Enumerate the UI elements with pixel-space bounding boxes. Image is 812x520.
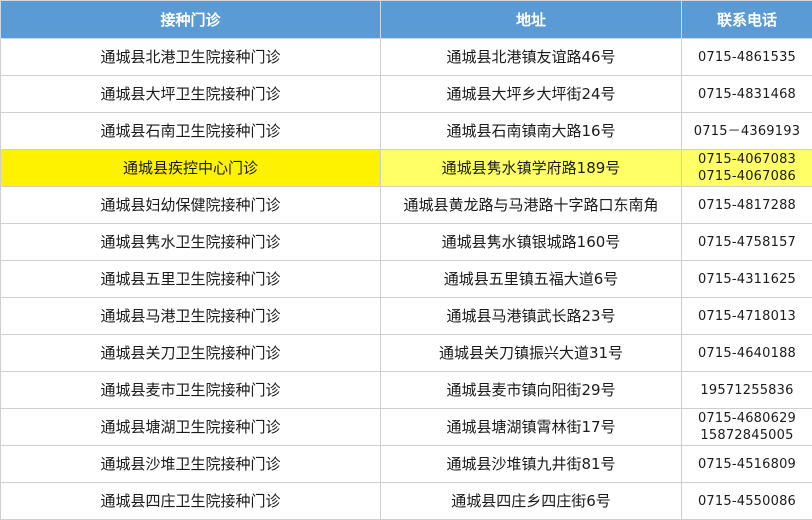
table-row: 通城县四庄卫生院接种门诊通城县四庄乡四庄街6号0715-4550086 [1,483,812,520]
clinic-name-cell: 通城县沙堆卫生院接种门诊 [1,446,381,483]
table-row: 通城县妇幼保健院接种门诊通城县黄龙路与马港路十字路口东南角0715-481728… [1,187,812,224]
clinic-name-cell: 通城县关刀卫生院接种门诊 [1,335,381,372]
phone-cell: 0715-4817288 [682,187,812,224]
table-row: 通城县麦市卫生院接种门诊通城县麦市镇向阳街29号19571255836 [1,372,812,409]
table-row: 通城县五里卫生院接种门诊通城县五里镇五福大道6号0715-4311625 [1,261,812,298]
phone-number: 0715-4718013 [682,308,812,325]
phone-number: 15872845005 [682,427,812,444]
address-cell: 通城县塘湖镇霄林街17号 [381,409,682,446]
clinic-name-cell: 通城县石南卫生院接种门诊 [1,113,381,150]
table-row: 通城县北港卫生院接种门诊通城县北港镇友谊路46号0715-4861535 [1,39,812,76]
phone-cell: 0715-4831468 [682,76,812,113]
table-row: 通城县塘湖卫生院接种门诊通城县塘湖镇霄林街17号0715-46806291587… [1,409,812,446]
clinic-name-cell: 通城县北港卫生院接种门诊 [1,39,381,76]
table-row: 通城县马港卫生院接种门诊通城县马港镇武长路23号0715-4718013 [1,298,812,335]
header-clinic: 接种门诊 [1,1,381,39]
clinic-name-cell: 通城县妇幼保健院接种门诊 [1,187,381,224]
phone-cell: 0715-4311625 [682,261,812,298]
clinic-name-cell: 通城县大坪卫生院接种门诊 [1,76,381,113]
address-cell: 通城县马港镇武长路23号 [381,298,682,335]
address-cell: 通城县五里镇五福大道6号 [381,261,682,298]
phone-cell: 0715-4861535 [682,39,812,76]
phone-number: 0715-4861535 [682,49,812,66]
phone-number: 0715-4516809 [682,456,812,473]
phone-number: 19571255836 [682,382,812,399]
address-cell: 通城县北港镇友谊路46号 [381,39,682,76]
phone-cell: 0715-4550086 [682,483,812,520]
clinic-name-cell: 通城县麦市卫生院接种门诊 [1,372,381,409]
phone-number: 0715－4369193 [682,123,812,140]
table-row: 通城县隽水卫生院接种门诊通城县隽水镇银城路160号0715-4758157 [1,224,812,261]
address-cell: 通城县石南镇南大路16号 [381,113,682,150]
table-row: 通城县关刀卫生院接种门诊通城县关刀镇振兴大道31号0715-4640188 [1,335,812,372]
phone-cell: 19571255836 [682,372,812,409]
phone-cell: 0715-40670830715-4067086 [682,150,812,187]
phone-number: 0715-4831468 [682,86,812,103]
address-cell: 通城县隽水镇银城路160号 [381,224,682,261]
address-cell: 通城县黄龙路与马港路十字路口东南角 [381,187,682,224]
clinic-name-cell: 通城县疾控中心门诊 [1,150,381,187]
phone-number: 0715-4550086 [682,493,812,510]
table-row: 通城县石南卫生院接种门诊通城县石南镇南大路16号0715－4369193 [1,113,812,150]
clinic-name-cell: 通城县马港卫生院接种门诊 [1,298,381,335]
phone-cell: 0715-4516809 [682,446,812,483]
phone-cell: 0715－4369193 [682,113,812,150]
phone-number: 0715-4680629 [682,410,812,427]
clinic-name-cell: 通城县塘湖卫生院接种门诊 [1,409,381,446]
address-cell: 通城县沙堆镇九井街81号 [381,446,682,483]
phone-number: 0715-4817288 [682,197,812,214]
table-body: 通城县北港卫生院接种门诊通城县北港镇友谊路46号0715-4861535通城县大… [1,39,812,520]
clinic-name-cell: 通城县隽水卫生院接种门诊 [1,224,381,261]
table-row: 通城县大坪卫生院接种门诊通城县大坪乡大坪街24号0715-4831468 [1,76,812,113]
clinic-name-cell: 通城县五里卫生院接种门诊 [1,261,381,298]
address-cell: 通城县大坪乡大坪街24号 [381,76,682,113]
phone-number: 0715-4311625 [682,271,812,288]
phone-cell: 0715-4640188 [682,335,812,372]
phone-number: 0715-4640188 [682,345,812,362]
address-cell: 通城县隽水镇学府路189号 [381,150,682,187]
clinic-table: 接种门诊 地址 联系电话 通城县北港卫生院接种门诊通城县北港镇友谊路46号071… [0,0,812,520]
phone-cell: 0715-4718013 [682,298,812,335]
phone-number: 0715-4758157 [682,234,812,251]
header-row: 接种门诊 地址 联系电话 [1,1,812,39]
phone-number: 0715-4067083 [682,151,812,168]
header-phone: 联系电话 [682,1,812,39]
header-address: 地址 [381,1,682,39]
table-row: 通城县疾控中心门诊通城县隽水镇学府路189号0715-40670830715-4… [1,150,812,187]
table-row: 通城县沙堆卫生院接种门诊通城县沙堆镇九井街81号0715-4516809 [1,446,812,483]
address-cell: 通城县麦市镇向阳街29号 [381,372,682,409]
phone-cell: 0715-468062915872845005 [682,409,812,446]
address-cell: 通城县关刀镇振兴大道31号 [381,335,682,372]
clinic-name-cell: 通城县四庄卫生院接种门诊 [1,483,381,520]
phone-number: 0715-4067086 [682,168,812,185]
phone-cell: 0715-4758157 [682,224,812,261]
address-cell: 通城县四庄乡四庄街6号 [381,483,682,520]
